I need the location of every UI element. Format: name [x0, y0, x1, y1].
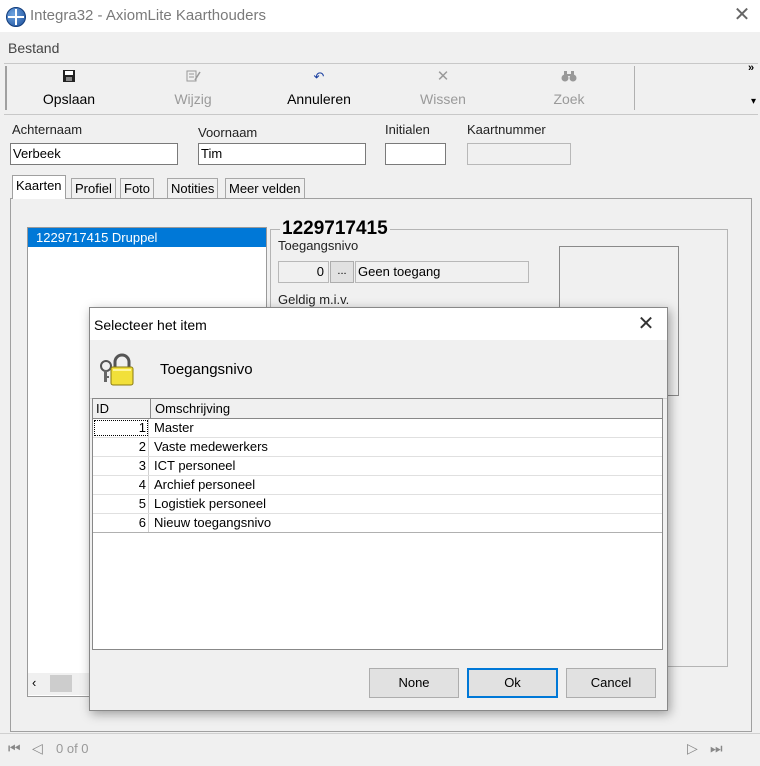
- row-id: 5: [93, 495, 149, 513]
- next-record-icon[interactable]: ▷: [687, 740, 698, 757]
- table-row[interactable]: 3 ICT personeel: [93, 457, 662, 476]
- edit-icon: [143, 69, 243, 85]
- dialog-close-button[interactable]: ✕: [630, 310, 662, 338]
- row-description: ICT personeel: [154, 458, 236, 473]
- delete-button[interactable]: ✕ Wissen: [393, 65, 493, 111]
- table-row[interactable]: 2 Vaste medewerkers: [93, 438, 662, 457]
- toolbar-separator: [634, 66, 635, 110]
- toolbar-dropdown-icon[interactable]: ▾: [751, 96, 756, 107]
- lock-icon: [98, 352, 138, 388]
- row-description: Logistiek personeel: [154, 496, 267, 511]
- row-description: Archief personeel: [154, 477, 256, 492]
- row-id: 2: [93, 438, 149, 456]
- grid-divider: [93, 532, 662, 533]
- initialen-field[interactable]: [385, 143, 446, 165]
- search-button[interactable]: Zoek: [519, 65, 619, 111]
- first-record-icon[interactable]: ⏮: [8, 740, 21, 757]
- access-level-name: Geen toegang: [355, 261, 529, 283]
- toolbar-grip[interactable]: [5, 66, 7, 110]
- list-item[interactable]: 1229717415 Druppel: [28, 228, 266, 247]
- save-icon: [19, 69, 119, 85]
- access-level-browse-button[interactable]: ...: [330, 261, 354, 283]
- items-grid[interactable]: ID Omschrijving 1 Master 2 Vaste medewer…: [92, 398, 663, 650]
- window-close-button[interactable]: ✕: [728, 2, 756, 28]
- column-header-id[interactable]: ID: [94, 399, 151, 418]
- table-row[interactable]: 1 Master: [93, 419, 662, 438]
- title-bar: Integra32 - AxiomLite Kaarthouders ✕: [0, 0, 760, 32]
- status-bar: [0, 733, 760, 766]
- row-id: 6: [93, 514, 149, 532]
- initialen-label: Initialen: [385, 122, 430, 137]
- kaartnummer-label: Kaartnummer: [467, 122, 546, 137]
- row-id: 1: [93, 419, 149, 437]
- dialog-heading: Toegangsnivo: [160, 361, 253, 378]
- card-number-title: 1229717415: [280, 218, 390, 240]
- tab-kaarten[interactable]: Kaarten: [12, 175, 66, 199]
- save-button[interactable]: Opslaan: [19, 65, 119, 111]
- voornaam-label: Voornaam: [198, 125, 258, 140]
- undo-icon: ↶: [313, 69, 325, 84]
- achternaam-field[interactable]: Verbeek: [10, 143, 178, 165]
- window-title: Integra32 - AxiomLite Kaarthouders: [30, 7, 266, 24]
- row-description: Vaste medewerkers: [154, 439, 268, 454]
- tab-notities[interactable]: Notities: [167, 178, 219, 198]
- access-level-id: 0: [278, 261, 329, 283]
- app-globe-icon: [6, 7, 26, 27]
- tab-meer-velden[interactable]: Meer velden: [225, 178, 305, 198]
- binoculars-icon: [519, 69, 619, 85]
- valid-from-label: Geldig m.i.v.: [278, 292, 350, 307]
- table-row[interactable]: 4 Archief personeel: [93, 476, 662, 495]
- achternaam-label: Achternaam: [12, 122, 83, 137]
- tab-profiel[interactable]: Profiel: [71, 178, 116, 198]
- row-description: Nieuw toegangsnivo: [154, 515, 272, 530]
- kaartnummer-field: [467, 143, 571, 165]
- previous-record-icon[interactable]: ◁: [32, 740, 43, 757]
- record-counter: 0 of 0: [56, 741, 89, 756]
- dialog-header: Toegangsnivo: [90, 340, 667, 399]
- access-level-label: Toegangsnivo: [278, 238, 359, 253]
- cancel-button[interactable]: Cancel: [566, 668, 656, 698]
- menu-bestand[interactable]: Bestand: [8, 40, 59, 56]
- row-id: 4: [93, 476, 149, 494]
- scroll-thumb[interactable]: [50, 675, 72, 692]
- table-row[interactable]: 6 Nieuw toegangsnivo: [93, 514, 662, 533]
- delete-icon: ✕: [436, 68, 450, 85]
- select-item-dialog: Selecteer het item ✕ Toegangsnivo ID Oms…: [89, 307, 668, 711]
- voornaam-field[interactable]: Tim: [198, 143, 366, 165]
- grid-header: ID Omschrijving: [93, 399, 662, 419]
- toolbar-overflow-icon[interactable]: »: [748, 62, 754, 74]
- scroll-left-icon[interactable]: ‹: [32, 675, 36, 690]
- cancel-changes-button[interactable]: ↶ Annuleren: [269, 65, 369, 111]
- table-row[interactable]: 5 Logistiek personeel: [93, 495, 662, 514]
- dialog-title-bar: Selecteer het item ✕: [90, 308, 667, 340]
- row-description: Master: [154, 420, 194, 435]
- row-id: 3: [93, 457, 149, 475]
- column-header-description[interactable]: Omschrijving: [152, 399, 662, 418]
- dialog-title: Selecteer het item: [94, 317, 207, 333]
- edit-button[interactable]: Wijzig: [143, 65, 243, 111]
- none-button[interactable]: None: [369, 668, 459, 698]
- tab-foto[interactable]: Foto: [120, 178, 155, 198]
- last-record-icon[interactable]: ⏭: [710, 740, 723, 757]
- ok-button[interactable]: Ok: [467, 668, 558, 698]
